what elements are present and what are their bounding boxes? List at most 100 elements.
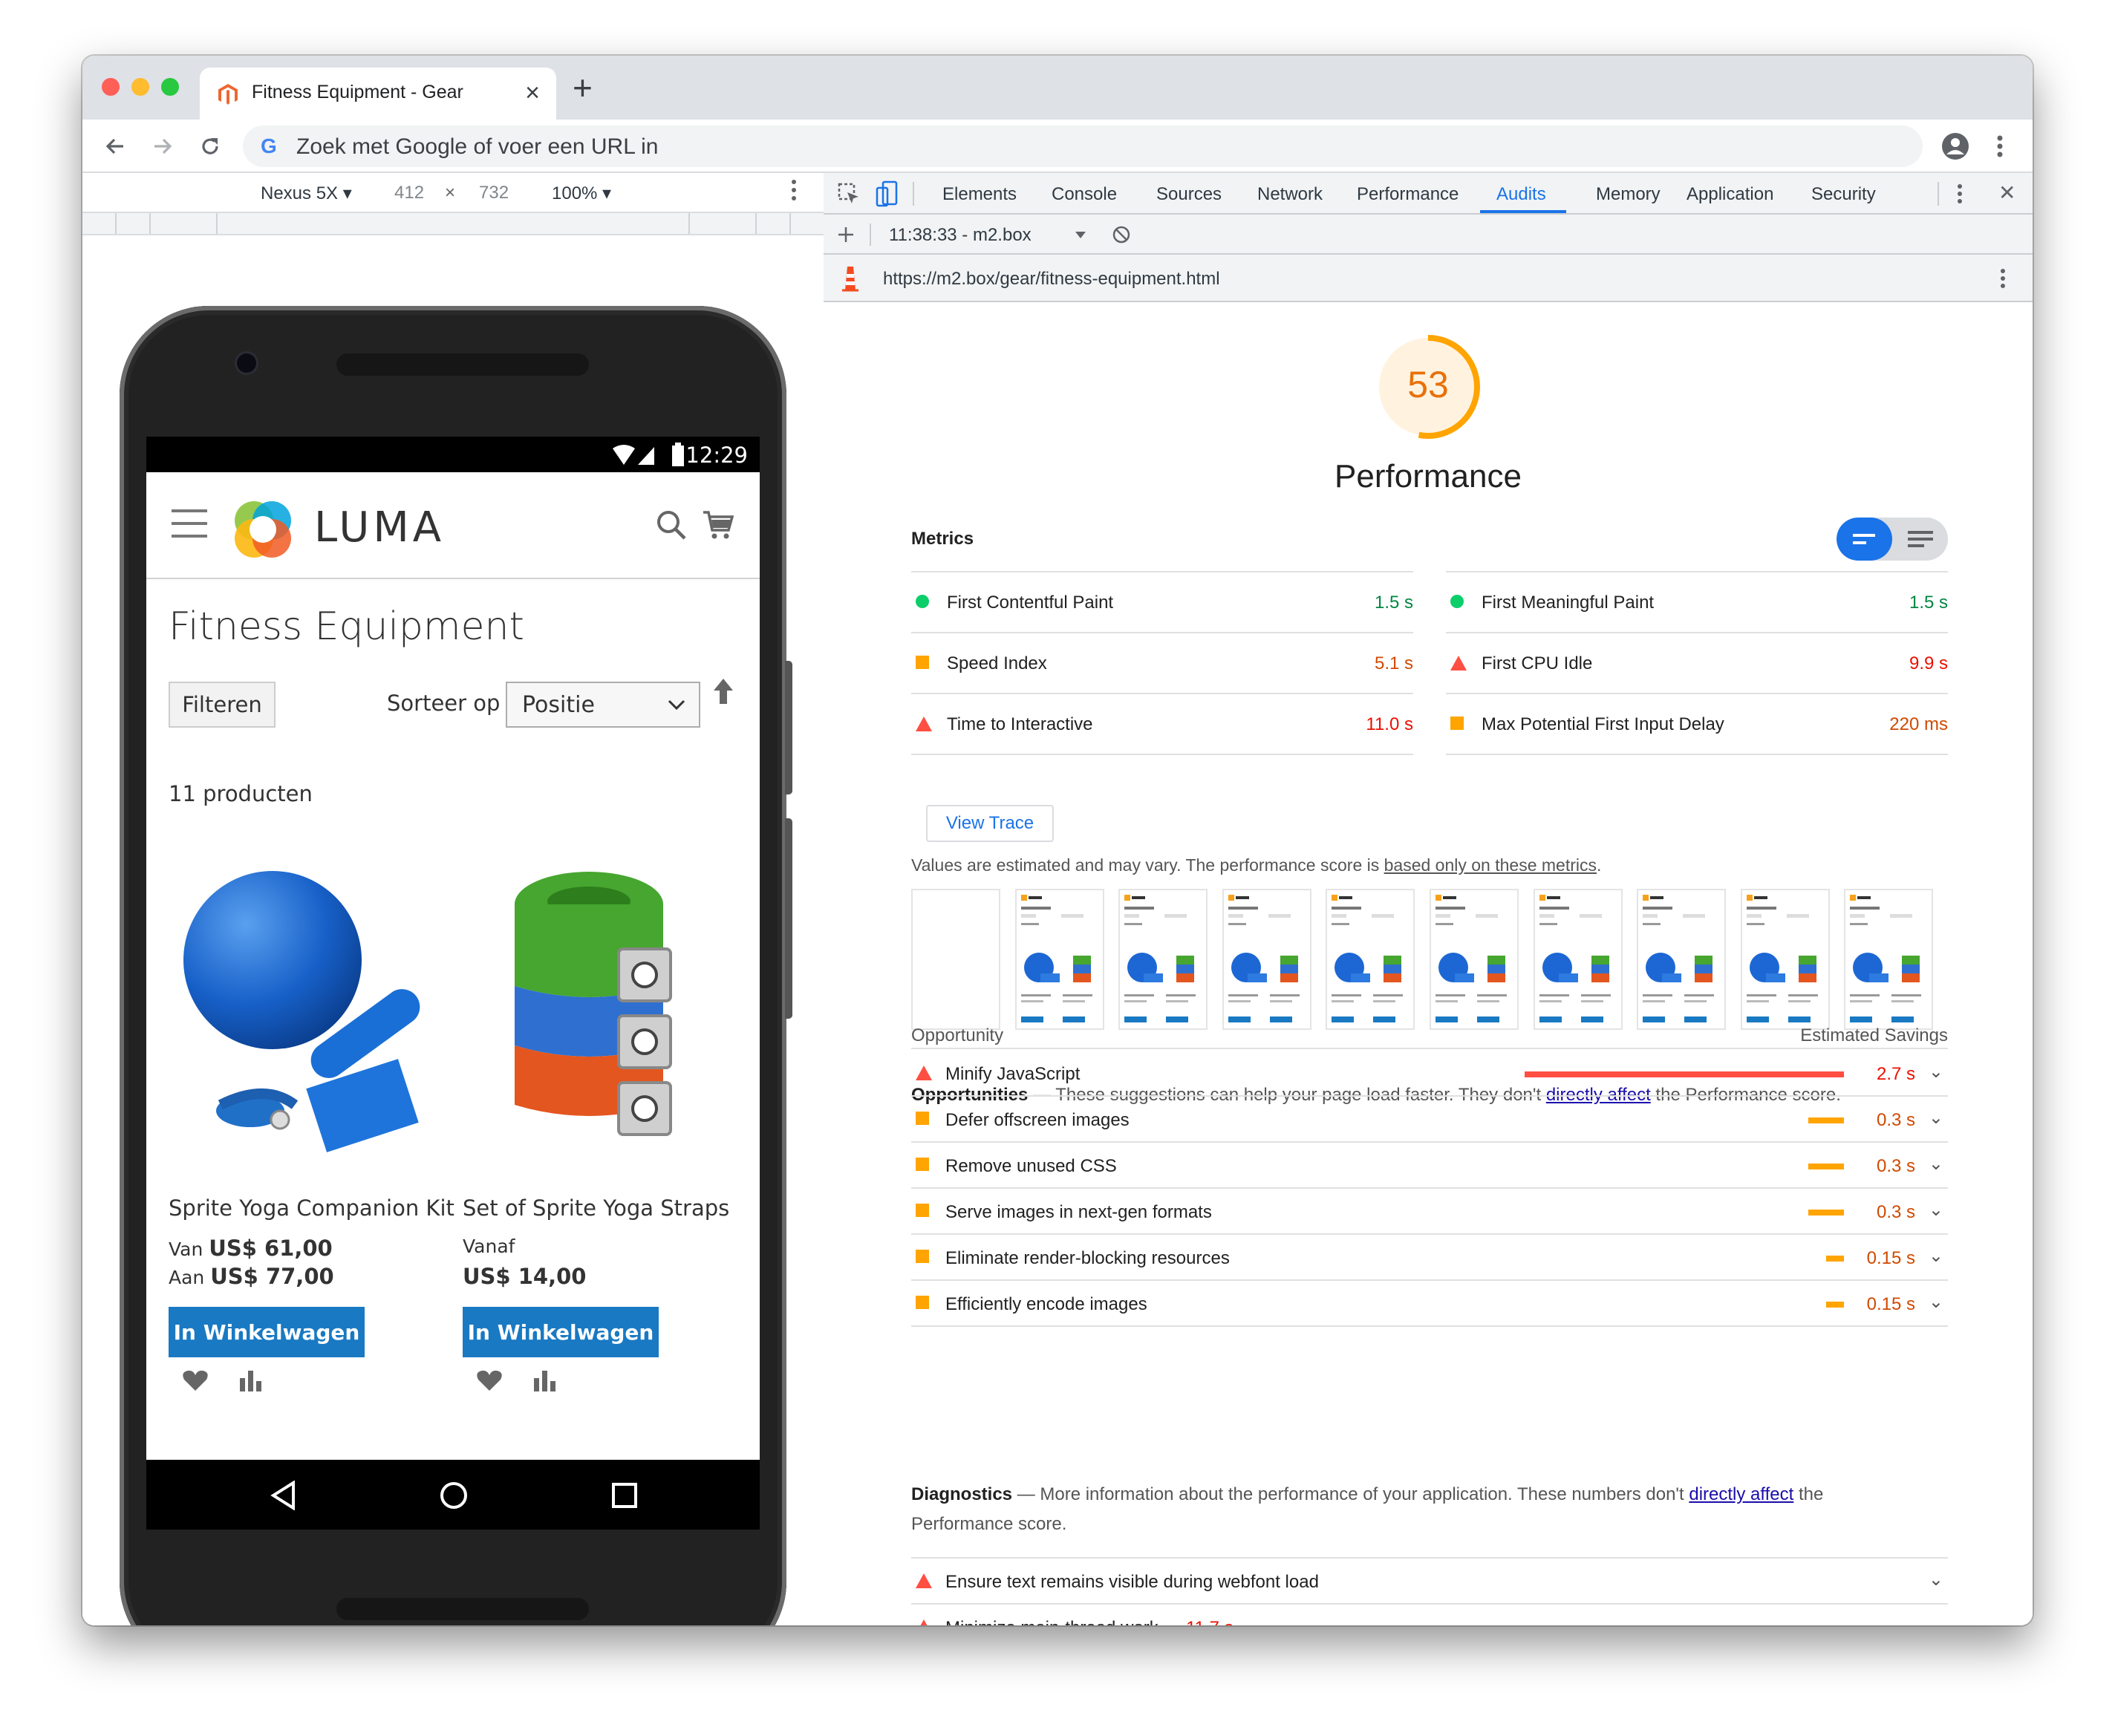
omnibox[interactable]: G Zoek met Google of voer een URL in [243,125,1923,167]
opportunity-item[interactable]: Defer offscreen images 0.3 s ⌄ [911,1097,1948,1143]
new-tab-button[interactable]: + [573,71,593,105]
metrics-view-toggle[interactable] [1837,518,1948,561]
nav-back-icon[interactable] [270,1481,296,1510]
expanded-view-icon[interactable] [1906,529,1935,549]
search-icon[interactable] [656,509,687,541]
luma-logo-icon[interactable] [229,496,296,563]
diagnostics-dash: — [1012,1484,1040,1504]
chevron-down-icon[interactable]: ⌄ [1929,1245,1943,1267]
back-icon[interactable] [99,130,131,163]
product-name[interactable]: Sprite Yoga Companion Kit [169,1195,454,1221]
filter-button[interactable]: Filteren [169,682,276,728]
diagnostic-item[interactable]: Ensure text remains visible during webfo… [911,1557,1948,1603]
page-title: Fitness Equipment [169,604,524,649]
opportunity-item[interactable]: Minify JavaScript 2.7 s ⌄ [911,1051,1948,1097]
wishlist-heart-icon[interactable] [182,1369,209,1391]
diagnostic-item[interactable]: Minimize main-thread work — 11.7 s ⌄ [911,1603,1948,1625]
device-toolbar-menu-icon[interactable] [791,179,797,206]
minimize-window-button[interactable] [131,78,149,96]
close-devtools-icon[interactable]: ✕ [1998,180,2015,205]
lighthouse-icon [842,267,858,292]
metric-name: First Meaningful Paint [1482,593,1655,613]
new-audit-icon[interactable] [837,226,855,244]
product-image[interactable] [463,860,745,1172]
view-trace-button[interactable]: View Trace [926,805,1054,842]
tab-application[interactable]: Application [1687,184,1773,205]
devtools-tab-bar: Elements Console Sources Network Perform… [824,173,2033,215]
hamburger-menu-icon[interactable] [172,509,207,538]
tab-memory[interactable]: Memory [1596,184,1661,205]
shopping-cart-icon[interactable] [702,509,734,541]
zoom-select[interactable]: 100% ▾ [552,183,611,204]
add-to-cart-button[interactable]: In Winkelwagen [463,1307,659,1357]
filmstrip-frame [1740,889,1830,1030]
product-name[interactable]: Set of Sprite Yoga Straps [463,1195,729,1221]
tab-elements[interactable]: Elements [942,184,1017,205]
opportunity-item[interactable]: Remove unused CSS 0.3 s ⌄ [911,1143,1948,1189]
chevron-down-icon[interactable]: ⌄ [1929,1199,1943,1221]
devtools-panel: Elements Console Sources Network Perform… [824,173,2033,1625]
opportunity-name: Efficiently encode images [945,1294,1147,1314]
chevron-down-icon[interactable]: ⌄ [1929,1615,1943,1625]
chevron-down-icon[interactable]: ⌄ [1929,1569,1943,1590]
close-window-button[interactable] [102,78,120,96]
wishlist-heart-icon[interactable] [476,1369,503,1391]
clear-reports-icon[interactable] [1112,225,1131,244]
filmstrip-frame [1118,889,1208,1030]
android-status-bar: 12:29 [146,437,760,472]
tab-sources[interactable]: Sources [1156,184,1222,205]
compare-icon[interactable] [238,1369,264,1391]
tab-audits[interactable]: Audits [1496,184,1546,205]
sort-direction-icon[interactable] [712,677,734,707]
directly-affect-link[interactable]: directly affect [1689,1484,1793,1504]
devtools-menu-icon[interactable] [1957,183,1963,204]
profile-avatar-icon[interactable] [1939,130,1972,163]
phone-screen: 12:29 LUMA Fitness Equipment Filteren So… [146,437,760,1530]
toggle-compact-option[interactable] [1837,518,1892,561]
luma-logo-text[interactable]: LUMA [314,503,445,552]
magento-favicon-icon [218,84,238,105]
metric-value: 220 ms [1889,714,1948,734]
diagnostic-name-text: Minimize main-thread work [945,1618,1158,1625]
opportunity-item[interactable]: Efficiently encode images 0.15 s ⌄ [911,1281,1948,1327]
opportunity-item[interactable]: Serve images in next-gen formats 0.3 s ⌄ [911,1189,1948,1235]
audits-toolbar: 11:38:33 - m2.box [824,215,2033,255]
report-menu-icon[interactable] [2000,268,2006,289]
metrics-scoring-link[interactable]: based only on these metrics [1384,855,1597,875]
chevron-down-icon [668,699,685,711]
add-to-cart-button[interactable]: In Winkelwagen [169,1307,365,1357]
product-image[interactable] [169,860,451,1172]
forward-icon[interactable] [146,130,179,163]
report-select[interactable]: 11:38:33 - m2.box [889,225,1032,246]
device-select[interactable]: Nexus 5X ▾ [261,183,352,204]
chevron-down-icon[interactable]: ⌄ [1929,1061,1943,1083]
opportunity-savings: 0.15 s [1866,1294,1915,1314]
chevron-down-icon[interactable]: ⌄ [1929,1153,1943,1175]
tab-close-icon[interactable]: × [525,78,540,108]
zoom-window-button[interactable] [161,78,179,96]
filmstrip-frame [1844,889,1934,1030]
device-height-input[interactable]: 732 [479,183,509,203]
opportunity-item[interactable]: Eliminate render-blocking resources 0.15 … [911,1235,1948,1281]
compare-icon[interactable] [532,1369,558,1391]
nav-home-icon[interactable] [439,1481,469,1510]
reload-icon[interactable] [194,130,227,163]
inspect-element-icon[interactable] [837,182,861,206]
chevron-down-icon[interactable]: ⌄ [1929,1107,1943,1129]
browser-menu-icon[interactable] [1984,130,2016,163]
average-indicator-icon [916,1296,929,1309]
tab-performance[interactable]: Performance [1357,184,1459,205]
tab-network[interactable]: Network [1257,184,1323,205]
nav-recents-icon[interactable] [611,1482,638,1509]
device-toggle-icon[interactable] [876,180,898,207]
tab-security[interactable]: Security [1811,184,1876,205]
savings-bar [1525,1071,1844,1077]
tab-console[interactable]: Console [1052,184,1117,205]
report-select-dropdown-icon[interactable] [1075,231,1086,240]
browser-tab[interactable]: Fitness Equipment - Gear × [200,68,556,120]
chevron-down-icon[interactable]: ⌄ [1929,1291,1943,1313]
sort-select[interactable]: Positie [506,682,700,728]
active-tab-indicator [1480,210,1566,213]
product-count: 11 producten [169,781,313,806]
device-width-input[interactable]: 412 [394,183,424,203]
